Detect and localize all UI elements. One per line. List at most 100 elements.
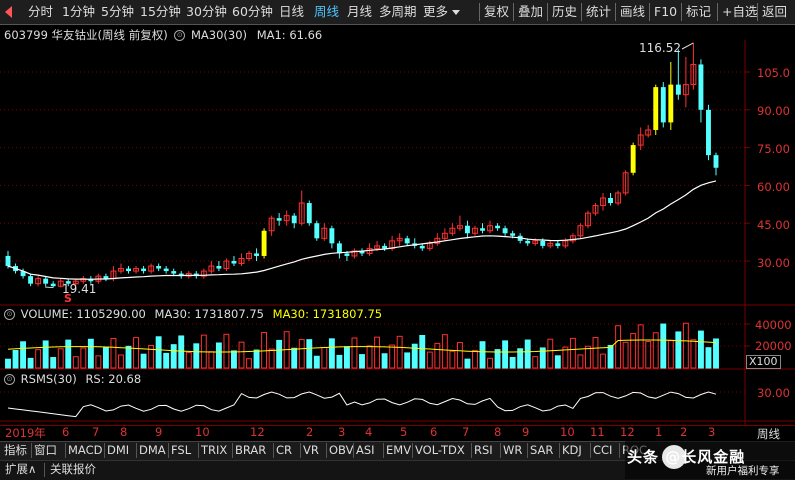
price-axis-label: 105.0 — [757, 66, 790, 80]
volume-bar — [215, 342, 222, 369]
tab-15min[interactable]: 15分钟 — [140, 0, 181, 24]
indicator-tab[interactable]: VOL-TDX — [415, 441, 465, 460]
indicator-divider — [232, 443, 233, 458]
volume-bar — [223, 333, 230, 369]
volume-bar — [675, 331, 682, 369]
volume-bar — [20, 341, 27, 369]
indicator-tab[interactable]: RSI — [474, 441, 493, 460]
tab-daily[interactable]: 日线 — [279, 0, 304, 24]
date-tick-label: 2 — [680, 425, 688, 439]
volume-bar — [343, 346, 350, 369]
toolbar-divider — [581, 3, 582, 21]
overlay-button[interactable]: 叠加 — [518, 0, 543, 24]
tab-1min[interactable]: 1分钟 — [62, 0, 95, 24]
rsms-value: RS: 20.68 — [85, 372, 142, 386]
tab-weekly[interactable]: 周线 — [314, 0, 339, 24]
expand-button[interactable]: 扩展∧ — [5, 460, 36, 479]
rsms-header: ⊙ RSMS(30) RS: 20.68 — [4, 372, 141, 386]
tab-60min[interactable]: 60分钟 — [232, 0, 273, 24]
indicator-tab[interactable]: 指标 — [4, 441, 27, 460]
tab-more[interactable]: 更多 — [423, 0, 448, 24]
indicator-tab[interactable]: KDJ — [562, 441, 582, 460]
volume-bar — [509, 356, 516, 369]
panel-circle-icon[interactable]: ⊙ — [4, 374, 15, 385]
back-button[interactable]: 返回 — [762, 0, 787, 24]
restore-rights-button[interactable]: 复权 — [484, 0, 509, 24]
date-tick-label: 12 — [620, 425, 635, 439]
stock-chart[interactable] — [0, 40, 795, 425]
indicator-tab[interactable]: MACD — [68, 441, 102, 460]
volume-bar — [35, 349, 42, 369]
indicator-tab[interactable]: DMI — [107, 441, 129, 460]
tab-monthly[interactable]: 月线 — [347, 0, 372, 24]
candle-body — [231, 261, 237, 264]
tab-multi-period[interactable]: 多周期 — [379, 0, 417, 24]
indicator-tab[interactable]: SAR — [530, 441, 553, 460]
candle-body — [344, 253, 350, 256]
price-axis-label: 90.00 — [757, 104, 790, 118]
indicator-tab[interactable]: CR — [276, 441, 292, 460]
candle-body — [464, 225, 470, 234]
ma30-line — [7, 180, 717, 280]
rsms-axis-label: 30.00 — [757, 386, 790, 400]
tab-fenshi[interactable]: 分时 — [28, 0, 53, 24]
volume-bar — [366, 345, 373, 369]
indicator-tab[interactable]: DMA — [139, 441, 166, 460]
volume-bar — [328, 338, 335, 369]
toolbar-divider — [615, 3, 616, 21]
more-caret-icon[interactable] — [452, 10, 460, 15]
menu-arrow-icon[interactable] — [5, 6, 12, 18]
volume-bar — [253, 349, 260, 369]
volume-bar — [306, 339, 313, 369]
volume-bar — [396, 335, 403, 369]
volume-bar — [479, 341, 486, 369]
date-tick-label: 6 — [62, 425, 70, 439]
tab-30min[interactable]: 30分钟 — [186, 0, 227, 24]
candle-body — [306, 203, 312, 224]
tab-5min[interactable]: 5分钟 — [101, 0, 134, 24]
watermark-sub: 新用户福利专享 — [706, 465, 780, 477]
indicator-tab[interactable]: 窗口 — [34, 441, 57, 460]
indicator-tab[interactable]: VR — [303, 441, 319, 460]
volume-bar — [554, 355, 561, 369]
indicator-tab[interactable]: WR — [503, 441, 522, 460]
candle-body — [50, 283, 56, 287]
history-button[interactable]: 历史 — [552, 0, 577, 24]
volume-bar — [80, 347, 87, 369]
volume-bar — [276, 339, 283, 369]
volume-bar — [336, 354, 343, 369]
related-quotes-button[interactable]: 关联报价 — [50, 460, 96, 479]
volume-bar — [133, 337, 139, 369]
f10-button[interactable]: F10 — [654, 0, 677, 24]
candle-body — [171, 271, 177, 274]
date-tick-label: 7 — [462, 425, 470, 439]
indicator-tab[interactable]: TRIX — [201, 441, 227, 460]
indicator-tab[interactable]: CCI — [593, 441, 612, 460]
volume-bar — [87, 338, 94, 369]
indicator-tab[interactable]: ASI — [356, 441, 375, 460]
statistics-button[interactable]: 统计 — [586, 0, 611, 24]
indicator-tab[interactable]: BRAR — [235, 441, 266, 460]
mark-button[interactable]: 标记 — [686, 0, 711, 24]
panel-circle-icon[interactable]: ⊙ — [4, 309, 15, 320]
draw-line-button[interactable]: 画线 — [620, 0, 645, 24]
candle-body — [261, 230, 267, 256]
price-axis-label: 30.00 — [757, 256, 790, 270]
date-tick-label: 2 — [306, 425, 314, 439]
indicator-tab[interactable]: EMV — [386, 441, 411, 460]
add-watchlist-button[interactable]: +自选 — [722, 0, 757, 24]
volume-value: VOLUME: 1105290.00 — [20, 307, 146, 321]
indicator-divider — [104, 443, 105, 458]
date-tick-label: 2019年 — [5, 426, 46, 440]
indicator-tab[interactable]: FSL — [171, 441, 191, 460]
volume-bar — [298, 339, 305, 369]
toolbar-divider — [547, 3, 548, 21]
volume-bar — [585, 345, 591, 369]
volume-bar — [72, 356, 79, 369]
indicator-tab[interactable]: OBV — [329, 441, 353, 460]
volume-ma30: MA30: 1731807.75 — [154, 307, 264, 321]
price-axis-label: 75.00 — [757, 142, 790, 156]
volume-bar — [5, 358, 11, 369]
rsms-label: RSMS(30) — [20, 372, 77, 386]
volume-bar — [426, 351, 433, 369]
